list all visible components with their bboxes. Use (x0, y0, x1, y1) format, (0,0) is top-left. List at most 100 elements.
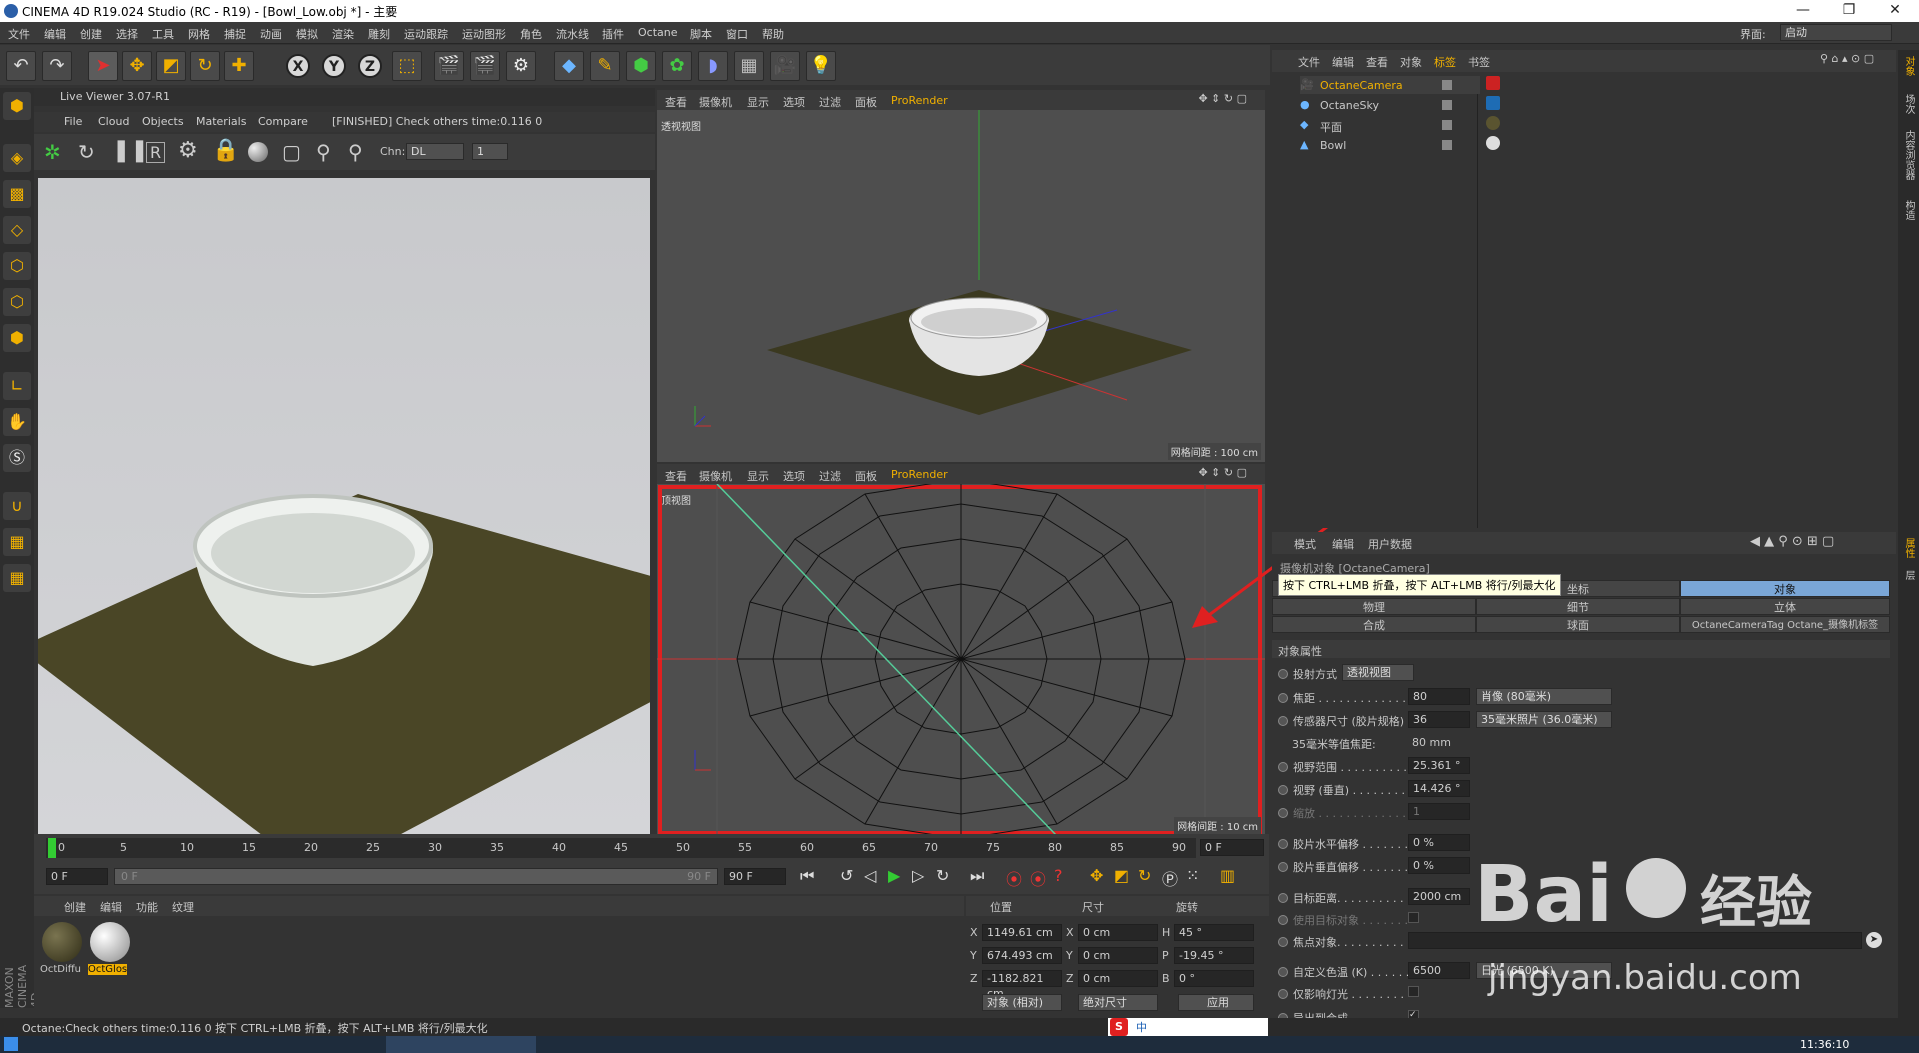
texture-mode-icon[interactable]: ▩ (3, 180, 31, 208)
region-render-icon[interactable]: R (146, 142, 166, 163)
floor-button[interactable]: ▦ (734, 51, 764, 81)
settings-gear-icon[interactable]: ⚙ (178, 138, 198, 163)
menu-plugins[interactable]: 插件 (602, 26, 624, 42)
side-tab-content-browser[interactable]: 内容浏览器 (1901, 130, 1916, 180)
om-menu-edit[interactable]: 编辑 (1332, 54, 1354, 70)
coord-size-x[interactable]: 0 cm (1078, 924, 1158, 941)
edges-mode-icon[interactable]: ⬡ (3, 288, 31, 316)
transform-tool-button[interactable]: ✚ (224, 51, 254, 81)
color-temp-input[interactable]: 6500 (1408, 962, 1470, 979)
camera-tag-icon[interactable] (1486, 76, 1500, 90)
coordinate-system-button[interactable]: ⬚ (392, 51, 422, 81)
vp-top-menu-display[interactable]: 显示 (747, 94, 769, 110)
ime-toolbar[interactable]: S 中 (1108, 1018, 1268, 1036)
scale-tool-button[interactable]: ◩ (156, 51, 186, 81)
menu-pipeline[interactable]: 流水线 (556, 26, 589, 42)
mm-menu-texture[interactable]: 纹理 (172, 899, 194, 915)
attr-tab-stereo[interactable]: 立体 (1680, 598, 1890, 615)
next-key-icon[interactable]: ↻ (936, 866, 949, 885)
current-frame-field[interactable]: 0 F (1200, 839, 1264, 856)
bowl-material-tag-icon[interactable] (1486, 136, 1500, 150)
lv-menu-file[interactable]: File (64, 115, 82, 128)
mm-menu-function[interactable]: 功能 (136, 899, 158, 915)
render-region-button[interactable]: 🎬 (470, 51, 500, 81)
undo-button[interactable]: ↶ (6, 51, 36, 81)
restore-button[interactable]: ❐ (1826, 0, 1872, 22)
side-tab-attributes[interactable]: 属性 (1901, 538, 1916, 558)
visibility-dot-4[interactable] (1442, 140, 1452, 150)
channel-number-select[interactable]: 1 (472, 143, 508, 160)
clay-mode-icon[interactable]: ▢ (282, 140, 301, 164)
menu-mesh[interactable]: 网格 (188, 26, 210, 42)
key-parameter-icon[interactable]: Ⓟ (1162, 866, 1178, 890)
subdivision-button[interactable]: ⬢ (626, 51, 656, 81)
coord-position-x[interactable]: 1149.61 cm (982, 924, 1062, 941)
deformer-button[interactable]: ◗ (698, 51, 728, 81)
tweak-icon[interactable]: ✋ (3, 408, 31, 436)
am-nav-icons[interactable]: ◀ ▲ ⚲ ⊙ ⊞ ▢ (1750, 534, 1834, 549)
mm-menu-edit[interactable]: 编辑 (100, 899, 122, 915)
coord-position-y[interactable]: 674.493 cm (982, 947, 1062, 964)
vp-top-menu-prorender[interactable]: ProRender (891, 94, 948, 107)
lv-menu-compare[interactable]: Compare (258, 115, 308, 128)
vp-bot-menu-display[interactable]: 显示 (747, 468, 769, 484)
vp-top-menu-options[interactable]: 选项 (783, 94, 805, 110)
vp-bot-menu-prorender[interactable]: ProRender (891, 468, 948, 481)
top-viewport[interactable]: 查看 摄像机 显示 选项 过滤 面板 ProRender ✥ ⇕ ↻ ▢ 顶视图 (657, 464, 1265, 836)
points-mode-icon[interactable]: ⬡ (3, 252, 31, 280)
coord-size-mode-select[interactable]: 绝对尺寸 (1078, 994, 1158, 1011)
lv-menu-materials[interactable]: Materials (196, 115, 246, 128)
menu-simulate[interactable]: 模拟 (296, 26, 318, 42)
vp-top-menu-filter[interactable]: 过滤 (819, 94, 841, 110)
move-tool-button[interactable]: ✥ (122, 51, 152, 81)
timeline-ruler[interactable]: 0 5 10 15 20 25 30 35 40 45 50 55 60 65 … (46, 838, 1196, 858)
vp-bot-menu-options[interactable]: 选项 (783, 468, 805, 484)
coord-mode-select[interactable]: 对象 (相对) (982, 994, 1062, 1011)
coord-apply-button[interactable]: 应用 (1178, 994, 1254, 1011)
polygons-mode-icon[interactable]: ⬢ (3, 324, 31, 352)
menu-octane[interactable]: Octane (638, 26, 678, 39)
menu-snap[interactable]: 捕捉 (224, 26, 246, 42)
coord-rotation-p[interactable]: -19.45 ° (1174, 947, 1254, 964)
rotate-tool-button[interactable]: ↻ (190, 51, 220, 81)
y-axis-lock-button[interactable]: Y (322, 54, 346, 78)
material-octdiffuse[interactable]: OctDiffu (40, 922, 84, 978)
fov-input[interactable]: 25.361 ° (1408, 757, 1470, 774)
vp-top-nav-icons[interactable]: ✥ ⇕ ↻ ▢ (1198, 92, 1247, 105)
send-scene-icon[interactable]: ✲ (44, 140, 61, 164)
attr-tab-octane-camera-tag[interactable]: OctaneCameraTag Octane_摄像机标签 (1680, 616, 1890, 633)
side-tab-takes[interactable]: 场次 (1901, 94, 1916, 114)
menu-motion-tracking[interactable]: 运动跟踪 (404, 26, 448, 42)
goto-end-icon[interactable]: ⏭ (970, 866, 984, 886)
pick-material-icon[interactable]: ⚲ (348, 140, 363, 164)
snap-icon[interactable]: Ⓢ (3, 444, 31, 472)
attr-tab-object[interactable]: 对象 (1680, 580, 1890, 597)
prev-frame-icon[interactable]: ◁ (864, 866, 876, 885)
channel-select[interactable]: DL (406, 143, 464, 160)
lv-menu-cloud[interactable]: Cloud (98, 115, 129, 128)
vp-bot-menu-filter[interactable]: 过滤 (819, 468, 841, 484)
timeline-playhead[interactable] (48, 838, 56, 858)
key-pla-icon[interactable]: ⁙ (1186, 866, 1199, 885)
restart-render-icon[interactable]: ↻ (78, 140, 95, 164)
cube-primitive-button[interactable]: ◆ (554, 51, 584, 81)
om-menu-bookmarks[interactable]: 书签 (1468, 54, 1490, 70)
start-icon[interactable] (4, 1037, 18, 1051)
affect-lights-checkbox[interactable] (1408, 986, 1419, 997)
close-button[interactable]: ✕ (1872, 0, 1918, 22)
projection-select[interactable]: 透视视图 (1342, 664, 1414, 681)
next-frame-icon[interactable]: ▷ (912, 866, 924, 885)
sensor-size-preset-select[interactable]: 35毫米照片 (36.0毫米) (1476, 711, 1612, 728)
layout-select[interactable]: 启动 (1780, 24, 1892, 41)
menu-help[interactable]: 帮助 (762, 26, 784, 42)
goto-start-icon[interactable]: ⏮ (800, 866, 814, 886)
model-mode-icon[interactable]: ◈ (3, 144, 31, 172)
menu-sculpt[interactable]: 雕刻 (368, 26, 390, 42)
film-h-offset-input[interactable]: 0 % (1408, 834, 1470, 851)
render-view-button[interactable]: 🎬 (434, 51, 464, 81)
coord-rotation-h[interactable]: 45 ° (1174, 924, 1254, 941)
focal-length-input[interactable]: 80 (1408, 688, 1470, 705)
ime-mode[interactable]: 中 (1136, 1019, 1147, 1035)
pick-focus-icon[interactable]: ⚲ (316, 140, 331, 164)
om-menu-file[interactable]: 文件 (1298, 54, 1320, 70)
